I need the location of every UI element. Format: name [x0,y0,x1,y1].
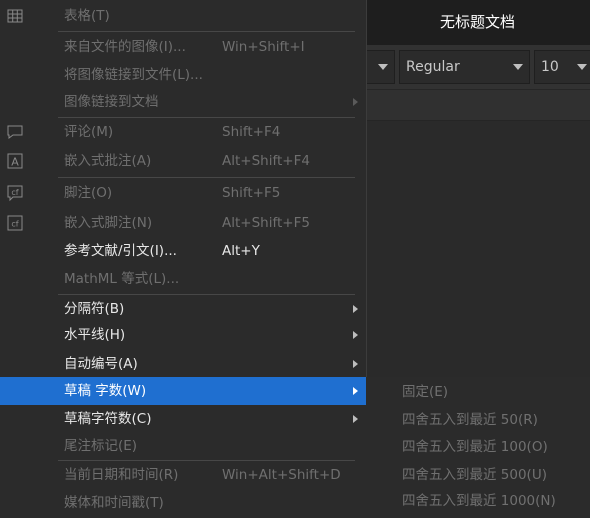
chevron-down-icon [577,64,587,70]
ruler [365,90,590,121]
menu-item-shortcut: Alt+Shift+F4 [222,153,310,169]
menu-item-label: 评论(M) [64,124,114,140]
submenu-item-round-50[interactable]: 四舍五入到最近 50(R) [366,406,590,434]
submenu-arrow-icon [353,98,358,106]
submenu-item-round-500[interactable]: 四舍五入到最近 500(U) [366,461,590,489]
table-icon [6,7,24,25]
submenu-arrow-icon [353,331,358,339]
submenu-arrow-icon [353,387,358,395]
menu-item-label: 脚注(O) [64,185,113,201]
submenu-item-label: 四舍五入到最近 1000(N) [402,493,556,509]
menu-item-label: 媒体和时间戳(T) [64,495,164,511]
menu-item-mathml-equation[interactable]: MathML 等式(L)... [0,265,366,293]
document-title: 无标题文档 [439,13,515,31]
chevron-down-icon [378,64,388,70]
svg-text:cf: cf [11,188,18,197]
menu-item-bibliography[interactable]: 参考文献/引文(I)... Alt+Y [0,237,366,265]
submenu-item-round-100[interactable]: 四舍五入到最近 100(O) [366,433,590,461]
draft-word-count-submenu: 固定(E) 四舍五入到最近 50(R) 四舍五入到最近 100(O) 四舍五入到… [366,377,590,518]
submenu-item-label: 四舍五入到最近 100(O) [402,439,548,455]
menu-item-break[interactable]: 分隔符(B) [0,295,366,323]
menu-item-label: MathML 等式(L)... [64,271,180,287]
menu-item-shortcut: Win+Shift+I [222,39,305,55]
font-style-dropdown[interactable]: Regular [399,50,530,84]
insert-menu: 表格(T) 来自文件的图像(I)... Win+Shift+I 将图像链接到文件… [0,0,367,518]
menu-item-draft-word-count[interactable]: 草稿 字数(W) [0,377,366,405]
menu-item-label: 水平线(H) [64,327,126,343]
submenu-arrow-icon [353,305,358,313]
font-size-value: 10 [541,59,559,75]
menu-item-label: 图像链接到文档 [64,94,159,110]
svg-text:cf: cf [11,220,18,229]
font-style-value: Regular [406,59,460,75]
inline-annotation-icon: A [6,152,24,170]
comment-icon [6,123,24,141]
inline-footnote-icon: cf [6,214,24,232]
menu-item-horizontal-line[interactable]: 水平线(H) [0,321,366,349]
menu-item-label: 自动编号(A) [64,356,138,372]
menu-item-footnote[interactable]: cf 脚注(O) Shift+F5 [0,179,366,207]
menu-separator [58,177,355,178]
menu-item-label: 来自文件的图像(I)... [64,39,186,55]
menu-item-label: 草稿 字数(W) [64,383,147,399]
font-size-dropdown[interactable]: 10 [534,50,590,84]
submenu-item-label: 四舍五入到最近 500(U) [402,467,547,483]
submenu-item-label: 四舍五入到最近 50(R) [402,412,538,428]
menu-item-label: 草稿字符数(C) [64,411,152,427]
menu-item-media-timestamp[interactable]: 媒体和时间戳(T) [0,489,366,517]
menu-item-endnote-marker[interactable]: 尾注标记(E) [0,432,366,460]
menu-item-label: 参考文献/引文(I)... [64,243,177,259]
menu-item-label: 表格(T) [64,8,110,24]
menu-item-current-date-time[interactable]: 当前日期和时间(R) Win+Alt+Shift+D [0,461,366,489]
submenu-item-fixed[interactable]: 固定(E) [366,378,590,406]
submenu-item-label: 固定(E) [402,384,449,400]
menu-item-label: 分隔符(B) [64,301,125,317]
menu-item-link-image-to-file[interactable]: 将图像链接到文件(L)... [0,61,366,89]
chevron-down-icon [513,64,523,70]
menu-item-shortcut: Shift+F5 [222,185,281,201]
menu-item-label: 当前日期和时间(R) [64,467,179,483]
menu-item-shortcut: Alt+Y [222,243,260,259]
submenu-arrow-icon [353,415,358,423]
menu-item-label: 尾注标记(E) [64,438,138,454]
menu-item-shortcut: Win+Alt+Shift+D [222,467,341,483]
menu-item-inline-annotation[interactable]: A 嵌入式批注(A) Alt+Shift+F4 [0,147,366,175]
menu-separator [58,31,355,32]
menu-item-label: 嵌入式脚注(N) [64,215,153,231]
menu-item-comment[interactable]: 评论(M) Shift+F4 [0,118,366,146]
menu-item-image-from-file[interactable]: 来自文件的图像(I)... Win+Shift+I [0,33,366,61]
menu-item-label: 嵌入式批注(A) [64,153,152,169]
menu-item-draft-character-count[interactable]: 草稿字符数(C) [0,405,366,433]
formatting-toolbar: Regular 10 [359,45,590,90]
menu-item-table[interactable]: 表格(T) [0,2,366,30]
submenu-item-round-1000[interactable]: 四舍五入到最近 1000(N) [366,487,590,515]
menu-item-label: 将图像链接到文件(L)... [64,67,203,83]
menu-item-shortcut: Shift+F4 [222,124,281,140]
svg-text:A: A [11,156,19,169]
menu-item-auto-numbering[interactable]: 自动编号(A) [0,350,366,378]
menu-item-image-link-to-document[interactable]: 图像链接到文档 [0,88,366,116]
submenu-arrow-icon [353,360,358,368]
footnote-icon: cf [6,184,24,202]
menu-item-inline-footnote[interactable]: cf 嵌入式脚注(N) Alt+Shift+F5 [0,209,366,237]
menu-item-shortcut: Alt+Shift+F5 [222,215,310,231]
